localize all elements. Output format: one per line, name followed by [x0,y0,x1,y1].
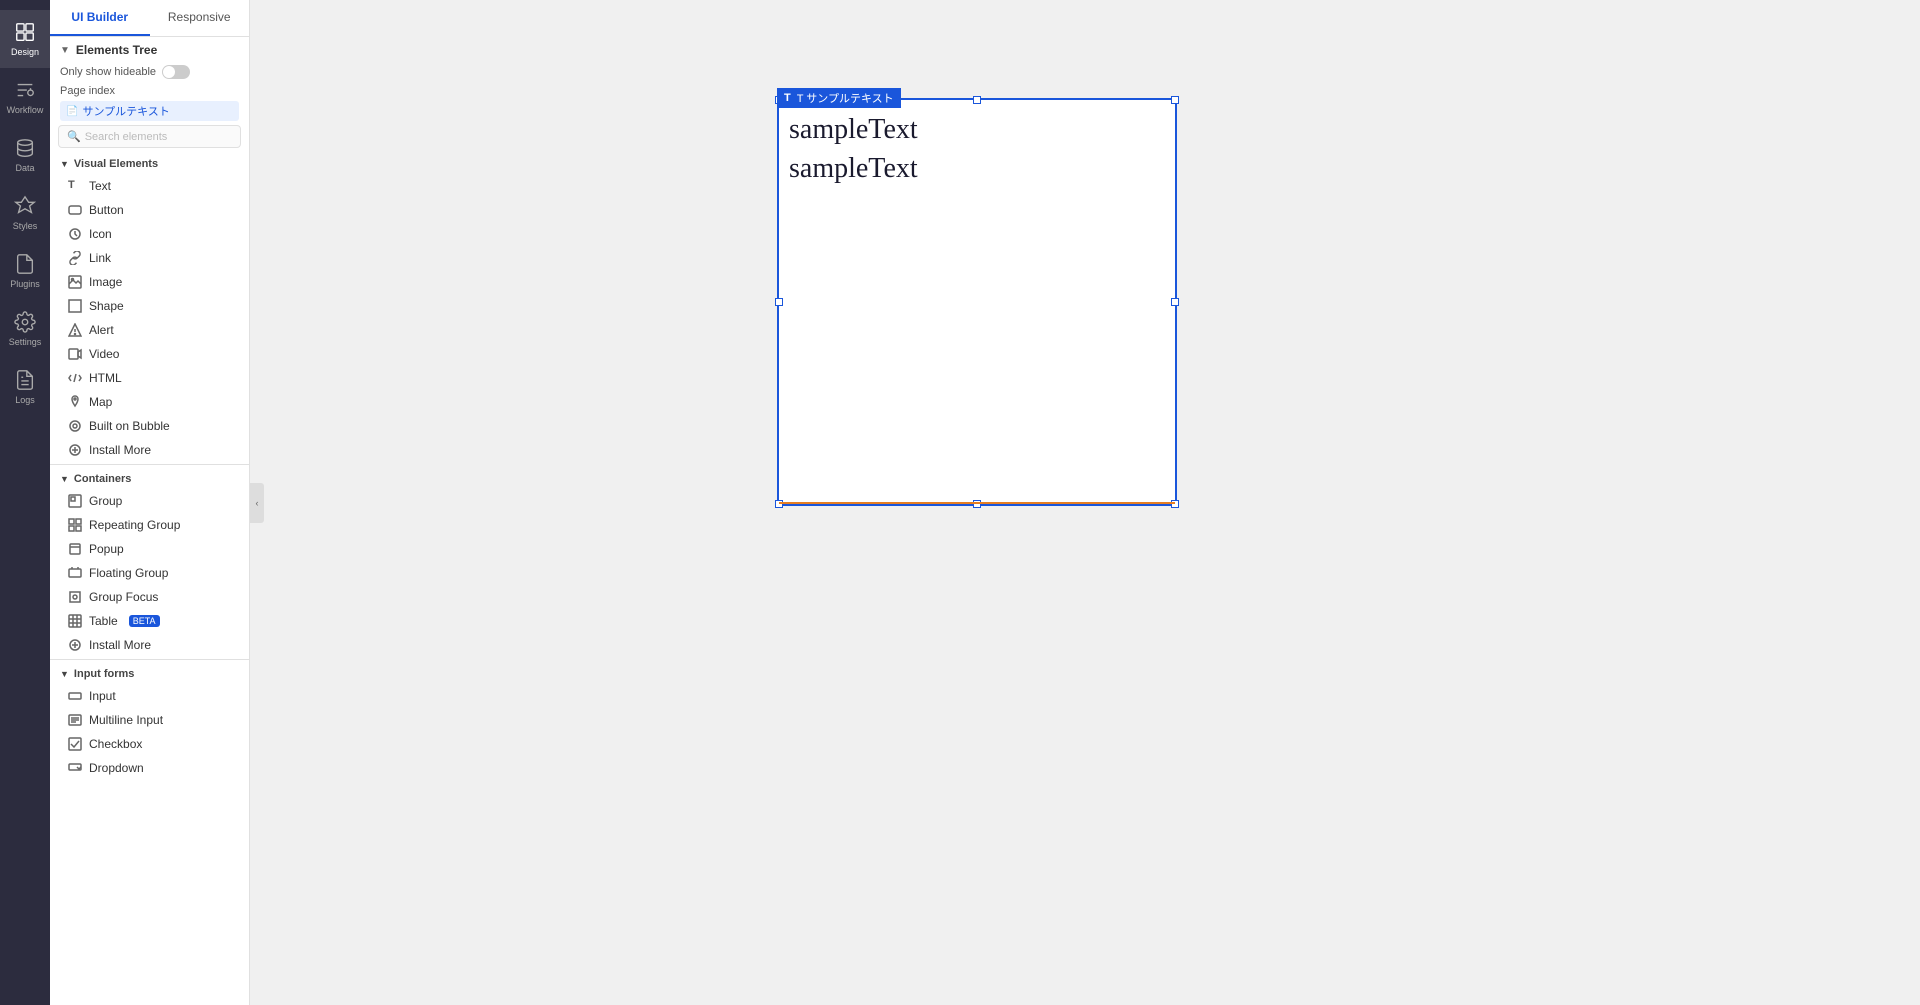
install-more-1-icon [68,443,82,457]
group-icon [68,494,82,508]
element-icon[interactable]: Icon [50,222,249,246]
page-icon: 📄 [66,106,78,117]
only-show-hideable-row: Only show hideable [50,63,249,83]
sidebar-item-logs[interactable]: Logs [0,358,50,416]
element-video[interactable]: Video [50,342,249,366]
icon-sidebar: Design Workflow Data Styles Plugins [0,0,50,1005]
tab-responsive[interactable]: Responsive [150,0,250,36]
floating-group-icon [68,566,82,580]
multiline-icon [68,713,82,727]
shape-icon [68,299,82,313]
sidebar-item-plugins[interactable]: Plugins [0,242,50,300]
sidebar-item-plugins-label: Plugins [10,279,40,289]
element-image[interactable]: Image [50,270,249,294]
canvas-area: ‹ T T サンプルテキスト sampleText sampleText [250,0,1920,1005]
element-floating-group[interactable]: Floating Group [50,561,249,585]
element-table[interactable]: Table BETA [50,609,249,633]
sidebar-item-design-label: Design [11,47,39,57]
element-map[interactable]: Map [50,390,249,414]
visual-elements-chevron: ▼ [60,159,69,169]
element-input[interactable]: Input [50,684,249,708]
resize-handle-mr[interactable] [1171,298,1179,306]
bubble-icon [68,419,82,433]
search-elements-box[interactable]: 🔍 Search elements [58,125,241,148]
sidebar-item-data-label: Data [15,163,34,173]
resize-handle-tr[interactable] [1171,96,1179,104]
resize-handle-bl[interactable] [775,500,783,508]
sidebar-item-settings[interactable]: Settings [0,300,50,358]
input-icon [68,689,82,703]
image-icon [68,275,82,289]
element-text[interactable]: T Text [50,174,249,198]
element-button[interactable]: Button [50,198,249,222]
resize-handle-br[interactable] [1171,500,1179,508]
alert-icon [68,323,82,337]
page-index-item[interactable]: 📄 サンプルテキスト [60,101,239,121]
popup-icon [68,542,82,556]
resize-handle-bc[interactable] [973,500,981,508]
link-icon [68,251,82,265]
install-more-2-icon [68,638,82,652]
html-icon [68,371,82,385]
element-multiline-input[interactable]: Multiline Input [50,708,249,732]
input-forms-chevron: ▼ [60,669,69,679]
element-html[interactable]: HTML [50,366,249,390]
tab-ui-builder[interactable]: UI Builder [50,0,150,36]
sidebar-item-data[interactable]: Data [0,126,50,184]
resize-handle-tc[interactable] [973,96,981,104]
panel-collapse-button[interactable]: ‹ [250,483,264,523]
element-dropdown[interactable]: Dropdown [50,756,249,780]
repeating-group-icon [68,518,82,532]
selected-element-label: T T サンプルテキスト [777,88,901,108]
element-install-more-1[interactable]: Install More [50,438,249,462]
element-popup[interactable]: Popup [50,537,249,561]
elements-tree-header[interactable]: ▼ Elements Tree [50,37,249,63]
chevron-left-icon: ‹ [256,498,259,508]
element-group[interactable]: Group [50,489,249,513]
sample-text-line2: sampleText [789,149,1165,188]
elements-panel: UI Builder Responsive ▼ Elements Tree On… [50,0,250,1005]
sidebar-item-workflow-label: Workflow [7,105,44,115]
page-index-row: Page index [50,83,249,101]
sidebar-item-settings-label: Settings [9,337,42,347]
video-icon [68,347,82,361]
containers-chevron: ▼ [60,474,69,484]
element-type-icon: T [784,92,791,104]
resize-handle-ml[interactable] [775,298,783,306]
element-group-focus[interactable]: Group Focus [50,585,249,609]
table-beta-badge: BETA [129,615,160,627]
search-icon: 🔍 [67,130,81,143]
group-focus-icon [68,590,82,604]
sidebar-item-design[interactable]: Design [0,10,50,68]
dropdown-icon [68,761,82,775]
visual-elements-header[interactable]: ▼ Visual Elements [50,152,249,174]
element-shape[interactable]: Shape [50,294,249,318]
sidebar-item-logs-label: Logs [15,395,35,405]
icon-icon [68,227,82,241]
text-icon: T [68,179,82,193]
text-element-box[interactable]: sampleText sampleText [777,98,1177,506]
panel-tabs: UI Builder Responsive [50,0,249,37]
sidebar-item-styles-label: Styles [13,221,38,231]
panel-scroll-area: ▼ Visual Elements T Text Button Icon Lin… [50,152,249,1005]
input-forms-header[interactable]: ▼ Input forms [50,662,249,684]
containers-header[interactable]: ▼ Containers [50,467,249,489]
sample-text-line1: sampleText [789,110,1165,149]
element-checkbox[interactable]: Checkbox [50,732,249,756]
element-alert[interactable]: Alert [50,318,249,342]
element-repeating-group[interactable]: Repeating Group [50,513,249,537]
map-icon [68,395,82,409]
table-icon [68,614,82,628]
sidebar-item-workflow[interactable]: Workflow [0,68,50,126]
only-show-toggle[interactable] [162,65,190,79]
elements-tree-chevron: ▼ [60,45,70,56]
sidebar-item-styles[interactable]: Styles [0,184,50,242]
element-install-more-2[interactable]: Install More [50,633,249,657]
checkbox-icon [68,737,82,751]
element-link[interactable]: Link [50,246,249,270]
element-built-on-bubble[interactable]: Built on Bubble [50,414,249,438]
button-icon [68,203,82,217]
